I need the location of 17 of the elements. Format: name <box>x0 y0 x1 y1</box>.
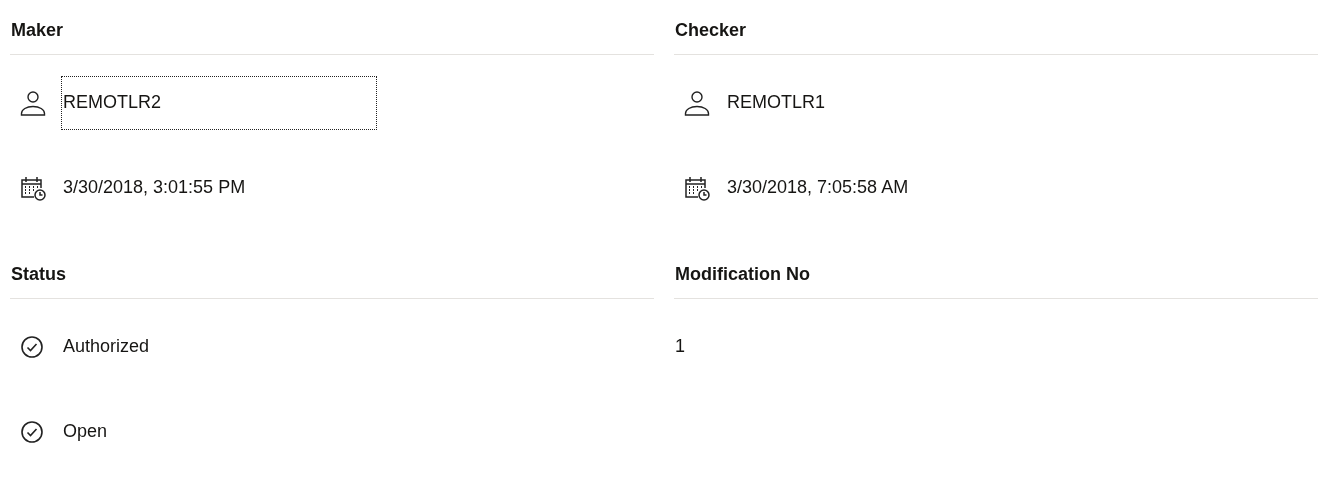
user-icon <box>20 89 46 116</box>
section-title: Status <box>10 264 66 285</box>
check-circle-icon <box>20 334 44 359</box>
section-title: Maker <box>10 20 64 41</box>
field-value: REMOTLR1 <box>726 91 826 114</box>
section-title: Checker <box>674 20 747 41</box>
field-value[interactable]: REMOTLR2 <box>62 76 376 129</box>
calendar-clock-icon <box>20 174 46 201</box>
check-circle-icon <box>20 419 44 444</box>
field-value: 1 <box>674 335 686 358</box>
calendar-clock-icon <box>684 174 710 201</box>
field-value: Authorized <box>62 335 151 358</box>
section-title: Modification No <box>674 264 810 285</box>
user-icon <box>684 89 710 116</box>
field-value: Open <box>62 420 109 443</box>
field-value: 3/30/2018, 3:01:55 PM <box>62 176 247 199</box>
field-value: 3/30/2018, 7:05:58 AM <box>726 176 910 199</box>
